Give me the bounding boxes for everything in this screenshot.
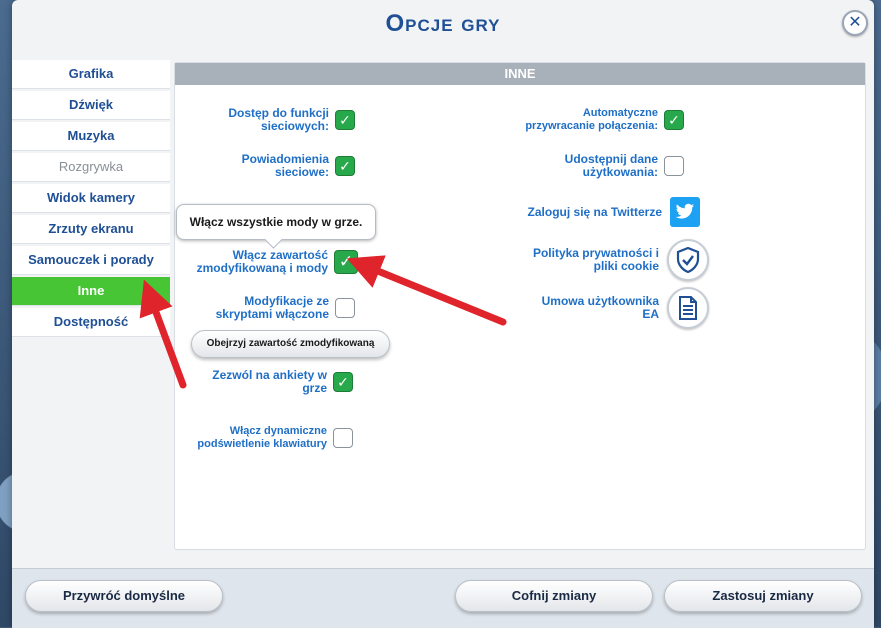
sidebar-item-samouczek[interactable]: Samouczek i porady (12, 246, 170, 275)
option-label-line: grze (302, 381, 327, 395)
apply-changes-button[interactable]: Zastosuj zmiany (664, 580, 862, 612)
dialog-title: Opcje gry (385, 10, 501, 37)
check-icon: ✓ (337, 373, 349, 390)
option-label-line: zmodyfikowaną i mody (196, 261, 328, 275)
sidebar-item-widok-kamery[interactable]: Widok kamery (12, 184, 170, 213)
tooltip: Włącz wszystkie mody w grze. (176, 204, 376, 240)
script-mods-checkbox[interactable] (335, 298, 355, 318)
sidebar-item-grafika[interactable]: Grafika (12, 60, 170, 89)
option-auto-reconnect: Automatyczne przywracanie połączenia: ✓ (475, 107, 684, 133)
option-share-usage-data: Udostępnij dane użytkowania: (475, 153, 684, 179)
check-icon: ✓ (338, 252, 354, 271)
keyboard-lighting-checkbox[interactable] (333, 428, 353, 448)
sidebar-item-dzwiek[interactable]: Dźwięk (12, 91, 170, 120)
check-icon: ✓ (339, 111, 351, 128)
option-label-line: sieciowe: (274, 165, 329, 179)
option-online-access: Dostęp do funkcji sieciowych: ✓ (175, 107, 355, 133)
agreement-link-label: EA (642, 307, 659, 321)
option-label-line: sieciowych: (260, 119, 329, 133)
option-label-line: podświetlenie klawiatury (197, 438, 327, 450)
reset-defaults-button[interactable]: Przywróć domyślne (25, 580, 223, 612)
option-label-line: Automatyczne (582, 107, 658, 119)
option-label-line: skryptami włączone (215, 307, 329, 321)
view-mods-button[interactable]: Obejrzyj zawartość zmodyfikowaną (191, 330, 390, 358)
surveys-checkbox[interactable]: ✓ (333, 372, 353, 392)
link-twitter[interactable]: Zaloguj się na Twitterze (475, 197, 700, 227)
option-keyboard-lighting: Włącz dynamiczne podświetlenie klawiatur… (175, 425, 353, 451)
twitter-icon[interactable] (670, 197, 700, 227)
share-usage-data-checkbox[interactable] (664, 156, 684, 176)
option-script-mods: Modyfikacje ze skryptami włączone (175, 295, 355, 321)
online-access-checkbox[interactable]: ✓ (335, 110, 355, 130)
enable-mods-checkbox[interactable]: ✓ (334, 250, 358, 274)
link-privacy-policy[interactable]: Polityka prywatności i pliki cookie (475, 239, 709, 281)
online-notifications-checkbox[interactable]: ✓ (335, 156, 355, 176)
close-button[interactable]: ✕ (842, 10, 868, 36)
option-label-line: przywracanie połączenia: (525, 120, 658, 132)
panel-header: INNE (175, 63, 865, 85)
check-icon: ✓ (668, 111, 680, 128)
game-options-dialog: Opcje gry ✕ Grafika Dźwięk Muzyka Rozgry… (12, 0, 874, 628)
sidebar-item-rozgrywka: Rozgrywka (12, 153, 170, 182)
check-icon: ✓ (339, 157, 351, 174)
sidebar-item-dostepnosc[interactable]: Dostępność (12, 308, 170, 337)
option-enable-mods: Włącz zawartość zmodyfikowaną i mody ✓ (175, 249, 358, 275)
sidebar-item-zrzuty-ekranu[interactable]: Zrzuty ekranu (12, 215, 170, 244)
option-label-line: użytkowania: (582, 165, 658, 179)
document-icon[interactable] (667, 287, 709, 329)
option-surveys: Zezwól na ankiety w grze ✓ (175, 369, 353, 395)
link-user-agreement[interactable]: Umowa użytkownika EA (475, 287, 709, 329)
option-label-line: Włącz dynamiczne (229, 425, 327, 437)
privacy-link-label: pliki cookie (593, 259, 659, 273)
undo-changes-button[interactable]: Cofnij zmiany (455, 580, 653, 612)
auto-reconnect-checkbox[interactable]: ✓ (664, 110, 684, 130)
sidebar: Grafika Dźwięk Muzyka Rozgrywka Widok ka… (12, 60, 170, 339)
twitter-link-label[interactable]: Zaloguj się na Twitterze (528, 205, 662, 219)
options-panel: INNE Dostęp do funkcji sieciowych: ✓ Pow… (174, 62, 866, 550)
shield-check-icon[interactable] (667, 239, 709, 281)
option-online-notifications: Powiadomienia sieciowe: ✓ (175, 153, 355, 179)
sidebar-item-muzyka[interactable]: Muzyka (12, 122, 170, 151)
sidebar-item-inne[interactable]: Inne (12, 277, 170, 306)
